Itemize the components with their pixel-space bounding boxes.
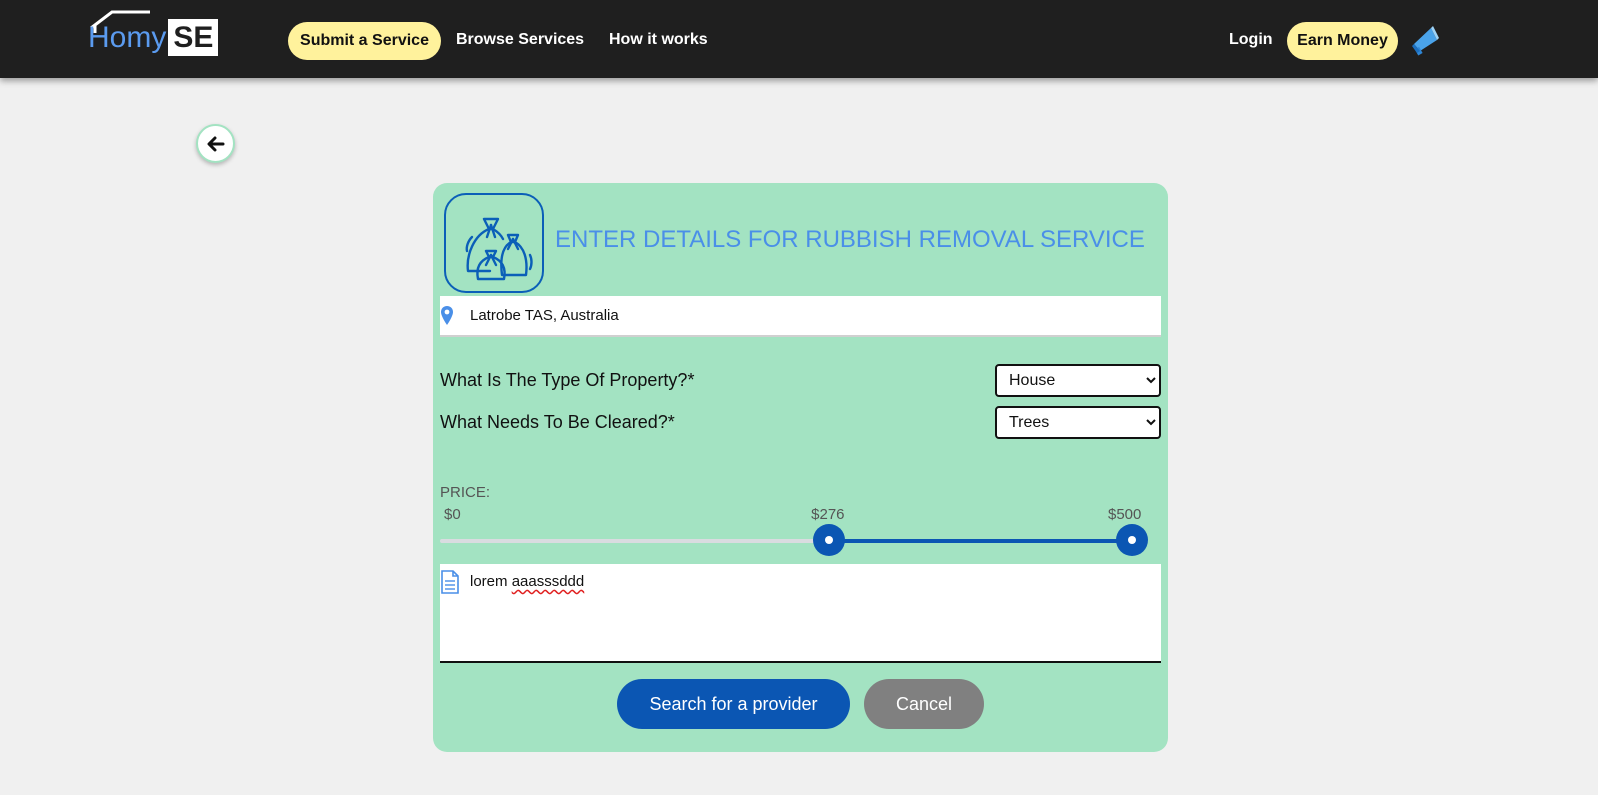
location-field[interactable] (440, 296, 1161, 337)
cancel-button[interactable]: Cancel (864, 679, 984, 729)
price-slider-low-handle[interactable] (813, 524, 846, 556)
price-label: PRICE: (440, 484, 491, 501)
submit-service-link[interactable]: Submit a Service (288, 22, 441, 60)
earn-money-button[interactable]: Earn Money (1287, 22, 1398, 60)
property-type-select[interactable]: House (995, 364, 1161, 397)
arrow-left-icon (207, 136, 224, 151)
price-min-label: $0 (444, 506, 461, 523)
property-type-label: What Is The Type Of Property?* (440, 370, 695, 390)
description-word: lorem (470, 573, 508, 590)
location-pin-icon (441, 306, 453, 325)
logo-text-se: SE (168, 19, 219, 56)
price-high-label: $500 (1108, 506, 1142, 523)
megaphone-icon[interactable] (1411, 24, 1441, 56)
homyse-logo[interactable]: Homy SE (88, 9, 224, 57)
browse-services-link[interactable]: Browse Services (456, 29, 584, 51)
login-link[interactable]: Login (1229, 29, 1273, 51)
location-input[interactable] (470, 296, 1150, 335)
description-text[interactable]: lorem aaasssddd (470, 573, 584, 590)
service-details-card: ENTER DETAILS FOR RUBBISH REMOVAL SERVIC… (433, 183, 1168, 752)
how-it-works-link[interactable]: How it works (609, 29, 708, 51)
misspelled-word: aaasssddd (511, 573, 585, 590)
price-slider-high-handle[interactable] (1116, 524, 1148, 556)
top-navbar: Homy SE Submit a Service Browse Services … (0, 0, 1598, 78)
clear-item-label: What Needs To Be Cleared?* (440, 412, 675, 432)
back-button[interactable] (196, 124, 235, 163)
rubbish-bags-icon (444, 193, 544, 293)
description-field[interactable]: lorem aaasssddd (440, 564, 1161, 663)
search-provider-button[interactable]: Search for a provider (617, 679, 850, 729)
price-low-label: $276 (811, 506, 845, 523)
clear-item-select[interactable]: Trees (995, 406, 1161, 439)
form-title: ENTER DETAILS FOR RUBBISH REMOVAL SERVIC… (555, 226, 1145, 253)
document-icon (441, 570, 459, 594)
price-slider-range (829, 539, 1132, 543)
logo-text-homy: Homy (88, 21, 167, 54)
